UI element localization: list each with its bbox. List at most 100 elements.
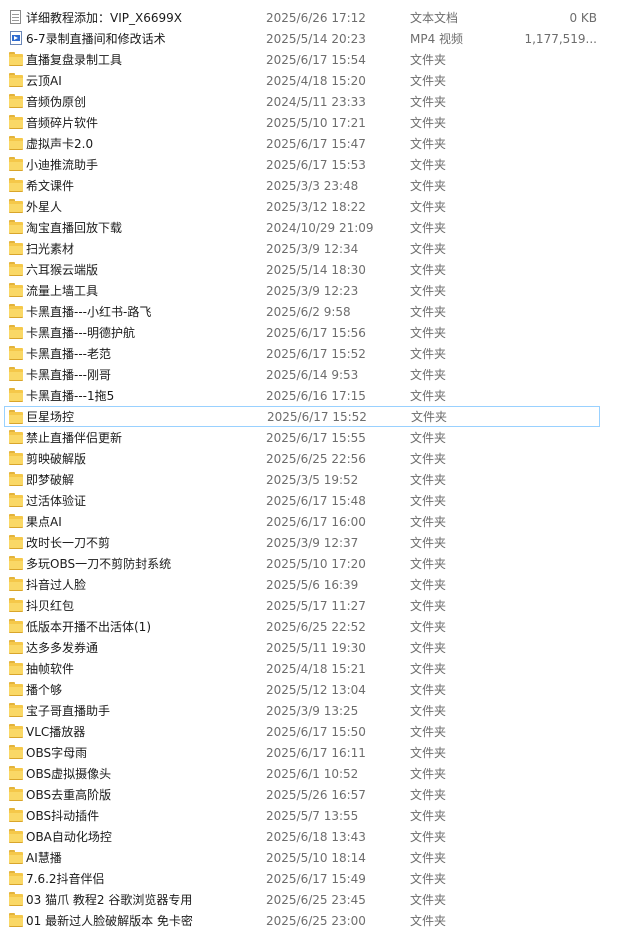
file-type: 文件夹 (410, 914, 447, 928)
file-row[interactable]: 果点AI 2025/6/17 16:00 文件夹 (0, 511, 619, 532)
folder-icon (8, 514, 24, 528)
file-date-modified: 2025/4/18 15:20 (266, 73, 366, 88)
file-row[interactable]: OBS字母雨 2025/6/17 16:11 文件夹 (0, 742, 619, 763)
file-row[interactable]: 直播复盘录制工具 2025/6/17 15:54 文件夹 (0, 49, 619, 70)
file-type: 文件夹 (410, 158, 447, 172)
file-name: 抽帧软件 (26, 662, 75, 676)
file-row[interactable]: 六耳猴云端版 2025/5/14 18:30 文件夹 (0, 259, 619, 280)
file-row[interactable]: 多玩OBS一刀不剪防封系统 2025/5/10 17:20 文件夹 (0, 553, 619, 574)
file-name: 低版本开播不出活体(1) (26, 620, 151, 634)
file-name: VLC播放器 (26, 725, 86, 739)
file-date-modified: 2025/6/17 15:54 (266, 52, 366, 67)
file-date-modified: 2025/6/25 22:52 (266, 619, 366, 634)
file-name: 剪映破解版 (26, 452, 87, 466)
file-name: 外星人 (26, 200, 63, 214)
file-date-modified: 2024/5/11 23:33 (266, 94, 366, 109)
file-row[interactable]: 达多多发券通 2025/5/11 19:30 文件夹 (0, 637, 619, 658)
file-date-modified: 2025/3/12 18:22 (266, 199, 366, 214)
file-row[interactable]: 淘宝直播回放下载 2024/10/29 21:09 文件夹 (0, 217, 619, 238)
file-date-modified: 2024/10/29 21:09 (266, 220, 374, 235)
file-type: 文件夹 (410, 368, 447, 382)
file-row[interactable]: 播个够 2025/5/12 13:04 文件夹 (0, 679, 619, 700)
file-row[interactable]: 音频碎片软件 2025/5/10 17:21 文件夹 (0, 112, 619, 133)
file-row[interactable]: 音频伪原创 2024/5/11 23:33 文件夹 (0, 91, 619, 112)
file-row[interactable]: 03 猫爪 教程2 谷歌浏览器专用 2025/6/25 23:45 文件夹 (0, 889, 619, 910)
file-date-modified: 2025/6/17 15:47 (266, 136, 366, 151)
file-date-modified: 2025/5/10 17:20 (266, 556, 366, 571)
file-date-modified: 2025/3/9 12:37 (266, 535, 359, 550)
folder-icon (8, 661, 24, 675)
file-name: 淘宝直播回放下载 (26, 221, 123, 235)
video-file-icon (8, 31, 24, 45)
file-date-modified: 2025/3/9 12:34 (266, 241, 359, 256)
file-date-modified: 2025/6/17 15:52 (267, 409, 367, 424)
file-row[interactable]: OBS去重高阶版 2025/5/26 16:57 文件夹 (0, 784, 619, 805)
file-name: 卡黑直播---刚哥 (26, 368, 111, 382)
file-name: 宝子哥直播助手 (26, 704, 111, 718)
file-row[interactable]: 卡黑直播---老范 2025/6/17 15:52 文件夹 (0, 343, 619, 364)
file-row[interactable]: 过活体验证 2025/6/17 15:48 文件夹 (0, 490, 619, 511)
file-type: 文件夹 (410, 347, 447, 361)
file-row[interactable]: 云顶AI 2025/4/18 15:20 文件夹 (0, 70, 619, 91)
file-row[interactable]: 卡黑直播---1拖5 2025/6/16 17:15 文件夹 (0, 385, 619, 406)
file-date-modified: 2025/5/17 11:27 (266, 598, 366, 613)
file-date-modified: 2025/3/9 12:23 (266, 283, 359, 298)
file-row[interactable]: 改时长一刀不剪 2025/3/9 12:37 文件夹 (0, 532, 619, 553)
folder-icon (8, 808, 24, 822)
file-type: 文件夹 (410, 179, 447, 193)
file-row[interactable]: 虚拟声卡2.0 2025/6/17 15:47 文件夹 (0, 133, 619, 154)
file-type: 文件夹 (410, 536, 447, 550)
folder-icon (8, 493, 24, 507)
file-row[interactable]: 7.6.2抖音伴侣 2025/6/17 15:49 文件夹 (0, 868, 619, 889)
file-row[interactable]: 01 最新过人脸破解版本 免卡密 2025/6/25 23:00 文件夹 (0, 910, 619, 931)
file-date-modified: 2025/5/26 16:57 (266, 787, 366, 802)
file-name: 云顶AI (26, 74, 62, 88)
file-type: 文件夹 (410, 74, 447, 88)
file-type: 文件夹 (410, 263, 447, 277)
file-row[interactable]: 6-7录制直播间和修改话术 2025/5/14 20:23 MP4 视频 1,177,… (0, 28, 619, 49)
file-date-modified: 2025/5/14 20:23 (266, 31, 366, 46)
file-row[interactable]: 外星人 2025/3/12 18:22 文件夹 (0, 196, 619, 217)
file-type: 文件夹 (410, 305, 447, 319)
file-type: 文件夹 (410, 599, 447, 613)
file-row[interactable]: 小迪推流助手 2025/6/17 15:53 文件夹 (0, 154, 619, 175)
file-row[interactable]: 抖贝红包 2025/5/17 11:27 文件夹 (0, 595, 619, 616)
file-row[interactable]: 详细教程添加：VIP_X6699X 2025/6/26 17:12 文本文档 0 KB (0, 7, 619, 28)
file-row[interactable]: 即梦破解 2025/3/5 19:52 文件夹 (0, 469, 619, 490)
file-row[interactable]: 宝子哥直播助手 2025/3/9 13:25 文件夹 (0, 700, 619, 721)
file-row[interactable]: AI慧播 2025/5/10 18:14 文件夹 (0, 847, 619, 868)
file-date-modified: 2025/5/12 13:04 (266, 682, 366, 697)
file-row[interactable]: OBS抖动插件 2025/5/7 13:55 文件夹 (0, 805, 619, 826)
file-name: 03 猫爪 教程2 谷歌浏览器专用 (26, 893, 193, 907)
file-row[interactable]: 卡黑直播---刚哥 2025/6/14 9:53 文件夹 (0, 364, 619, 385)
file-row[interactable]: 卡黑直播---明德护航 2025/6/17 15:56 文件夹 (0, 322, 619, 343)
file-type: 文件夹 (410, 872, 447, 886)
folder-icon (8, 262, 24, 276)
file-name: 希文课件 (26, 179, 75, 193)
file-row[interactable]: VLC播放器 2025/6/17 15:50 文件夹 (0, 721, 619, 742)
file-row[interactable]: 抖音过人脸 2025/5/6 16:39 文件夹 (0, 574, 619, 595)
file-row[interactable]: 巨星场控 2025/6/17 15:52 文件夹 (4, 406, 600, 427)
file-row[interactable]: 扫光素材 2025/3/9 12:34 文件夹 (0, 238, 619, 259)
file-date-modified: 2025/5/10 18:14 (266, 850, 366, 865)
file-date-modified: 2025/6/1 10:52 (266, 766, 359, 781)
file-row[interactable]: OBS虚拟摄像头 2025/6/1 10:52 文件夹 (0, 763, 619, 784)
folder-icon (8, 892, 24, 906)
file-row[interactable]: 卡黑直播---小红书-路飞 2025/6/2 9:58 文件夹 (0, 301, 619, 322)
file-row[interactable]: 低版本开播不出活体(1) 2025/6/25 22:52 文件夹 (0, 616, 619, 637)
file-row[interactable]: 抽帧软件 2025/4/18 15:21 文件夹 (0, 658, 619, 679)
file-type: 文件夹 (410, 452, 447, 466)
file-name: 音频伪原创 (26, 95, 87, 109)
file-row[interactable]: 禁止直播伴侣更新 2025/6/17 15:55 文件夹 (0, 427, 619, 448)
folder-icon (8, 451, 24, 465)
file-name: 禁止直播伴侣更新 (26, 431, 123, 445)
file-row[interactable]: 希文课件 2025/3/3 23:48 文件夹 (0, 175, 619, 196)
file-type: 文件夹 (410, 767, 447, 781)
file-row[interactable]: 剪映破解版 2025/6/25 22:56 文件夹 (0, 448, 619, 469)
folder-icon (8, 787, 24, 801)
folder-icon (8, 724, 24, 738)
file-row[interactable]: OBA自动化场控 2025/6/18 13:43 文件夹 (0, 826, 619, 847)
file-type: 文件夹 (410, 494, 447, 508)
file-row[interactable]: 流量上墙工具 2025/3/9 12:23 文件夹 (0, 280, 619, 301)
file-name: 扫光素材 (26, 242, 75, 256)
